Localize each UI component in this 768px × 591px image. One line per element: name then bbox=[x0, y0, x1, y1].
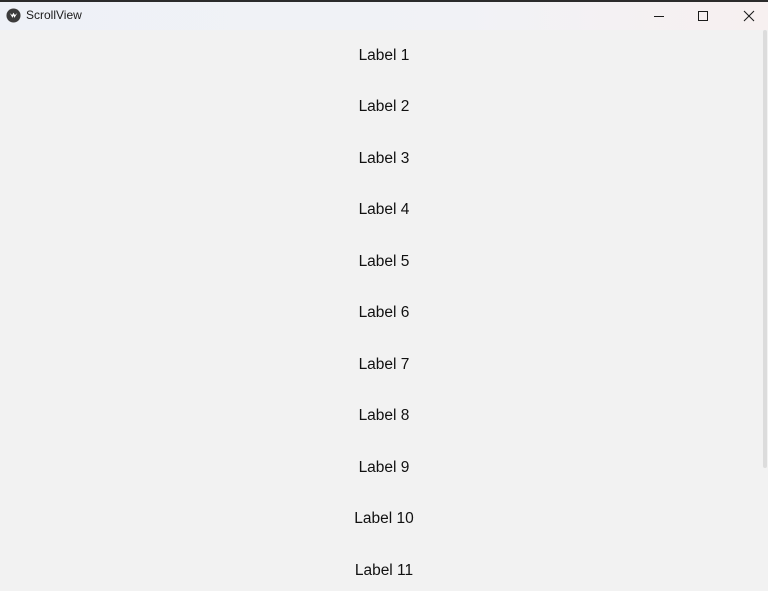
app-window: ScrollView Label 1 Label 2 Label 3 Label… bbox=[0, 0, 768, 591]
minimize-icon bbox=[654, 16, 664, 17]
vertical-scrollbar[interactable] bbox=[762, 30, 768, 591]
scroll-view[interactable]: Label 1 Label 2 Label 3 Label 4 Label 5 … bbox=[0, 30, 762, 591]
list-item: Label 11 bbox=[354, 562, 414, 579]
list-item: Label 6 bbox=[358, 304, 410, 321]
list-item: Label 7 bbox=[358, 356, 410, 373]
title-bar[interactable]: ScrollView bbox=[0, 0, 768, 30]
list-item: Label 10 bbox=[354, 510, 414, 527]
list-item: Label 8 bbox=[358, 407, 410, 424]
maximize-button[interactable] bbox=[680, 2, 726, 30]
close-button[interactable] bbox=[726, 2, 768, 30]
list-item: Label 1 bbox=[358, 47, 410, 64]
list-item: Label 3 bbox=[358, 150, 410, 167]
scrollbar-thumb[interactable] bbox=[763, 30, 767, 468]
kivy-logo-icon bbox=[6, 8, 21, 23]
list-item: Label 9 bbox=[358, 459, 410, 476]
maximize-icon bbox=[698, 11, 708, 21]
window-title: ScrollView bbox=[26, 8, 82, 22]
list-item: Label 5 bbox=[358, 253, 410, 270]
minimize-button[interactable] bbox=[636, 2, 682, 30]
close-icon bbox=[743, 10, 755, 22]
list-item: Label 2 bbox=[358, 98, 410, 115]
list-item: Label 4 bbox=[358, 201, 410, 218]
